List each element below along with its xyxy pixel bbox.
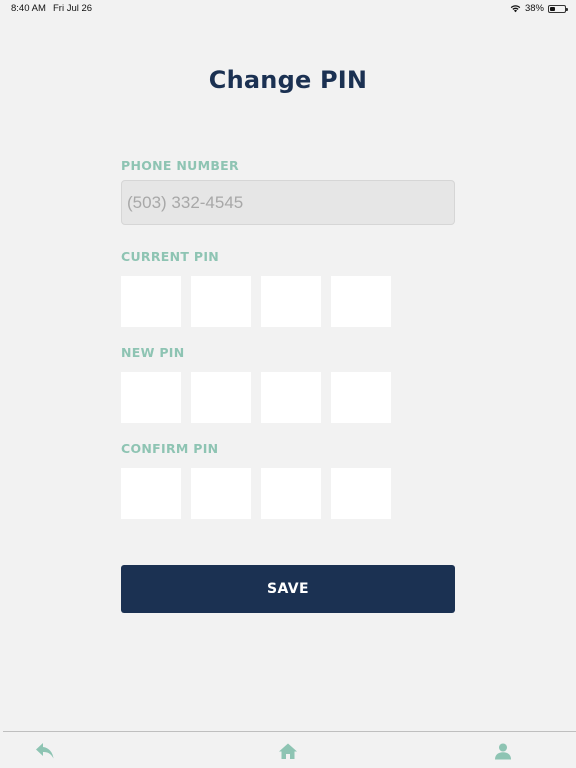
confirm-pin-digit-1[interactable] xyxy=(121,468,181,519)
current-pin-digit-1[interactable] xyxy=(121,276,181,327)
wifi-icon xyxy=(510,5,521,13)
status-date: Fri Jul 26 xyxy=(53,3,93,14)
new-pin-label: NEW PIN xyxy=(121,345,185,360)
confirm-pin-digit-2[interactable] xyxy=(191,468,251,519)
battery-icon xyxy=(548,4,568,13)
confirm-pin-label: CONFIRM PIN xyxy=(121,441,219,456)
home-button[interactable] xyxy=(276,740,300,762)
reply-back-icon xyxy=(36,743,54,759)
confirm-pin-digit-3[interactable] xyxy=(261,468,321,519)
status-time: 8:40 AM xyxy=(11,3,46,14)
home-icon xyxy=(279,743,297,759)
bottom-nav-bar xyxy=(3,731,576,768)
back-button[interactable] xyxy=(33,740,57,762)
new-pin-row xyxy=(121,372,391,423)
save-button[interactable]: SAVE xyxy=(121,565,455,613)
status-bar: 8:40 AM Fri Jul 26 38% xyxy=(0,0,576,18)
battery-percent: 38% xyxy=(524,3,544,14)
page-title: Change PIN xyxy=(208,66,368,94)
profile-button[interactable] xyxy=(491,740,515,762)
current-pin-digit-3[interactable] xyxy=(261,276,321,327)
new-pin-digit-3[interactable] xyxy=(261,372,321,423)
confirm-pin-digit-4[interactable] xyxy=(331,468,391,519)
battery-tip xyxy=(566,7,568,11)
battery-fill xyxy=(550,6,555,11)
profile-icon xyxy=(495,743,511,760)
new-pin-digit-4[interactable] xyxy=(331,372,391,423)
new-pin-digit-2[interactable] xyxy=(191,372,251,423)
confirm-pin-row xyxy=(121,468,391,519)
current-pin-row xyxy=(121,276,391,327)
status-indicators: 38% xyxy=(510,3,568,14)
phone-number-label: PHONE NUMBER xyxy=(121,158,239,173)
current-pin-label: CURRENT PIN xyxy=(121,249,220,264)
phone-number-input[interactable] xyxy=(121,180,455,225)
current-pin-digit-2[interactable] xyxy=(191,276,251,327)
current-pin-digit-4[interactable] xyxy=(331,276,391,327)
new-pin-digit-1[interactable] xyxy=(121,372,181,423)
